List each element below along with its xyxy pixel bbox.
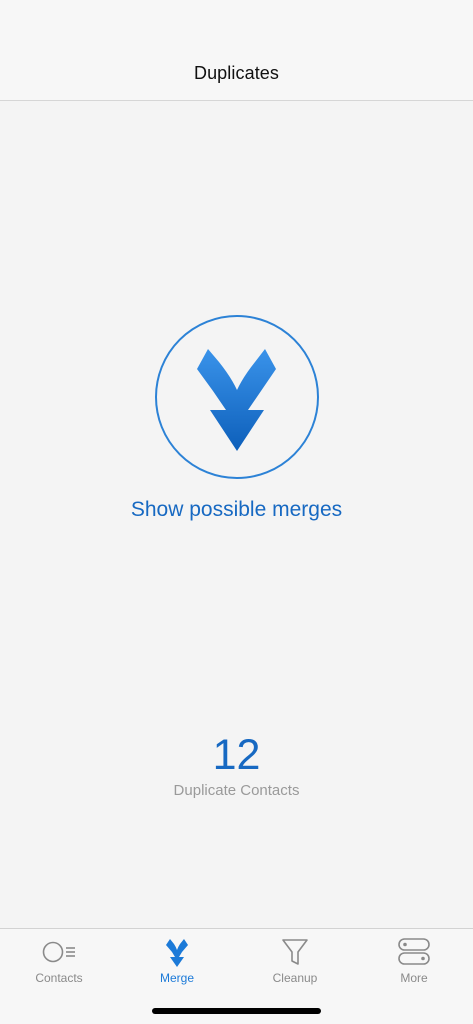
merge-circle-button[interactable]	[155, 315, 319, 479]
tab-more[interactable]: More	[355, 929, 473, 993]
contacts-icon	[42, 941, 75, 963]
home-indicator[interactable]	[152, 1008, 321, 1014]
duplicate-count-label: Duplicate Contacts	[173, 782, 300, 799]
page-title: Duplicates	[193, 63, 280, 83]
merge-arrows-icon	[197, 349, 276, 451]
show-possible-merges-link[interactable]: Show possible merges	[0, 498, 473, 522]
filter-icon	[282, 939, 308, 965]
tab-merge[interactable]: Merge	[118, 929, 236, 993]
tab-contacts[interactable]: Contacts	[0, 929, 118, 993]
tab-label-cleanup: Cleanup	[272, 971, 318, 985]
duplicate-count: 12	[212, 731, 261, 779]
tab-label-more: More	[400, 971, 428, 985]
tab-cleanup[interactable]: Cleanup	[236, 929, 354, 993]
tab-label-contacts: Contacts	[35, 971, 83, 985]
tab-label-merge: Merge	[159, 971, 194, 985]
navigation-bar: Duplicates	[0, 0, 473, 101]
more-toggles-icon	[398, 938, 430, 965]
merge-icon	[166, 939, 188, 967]
